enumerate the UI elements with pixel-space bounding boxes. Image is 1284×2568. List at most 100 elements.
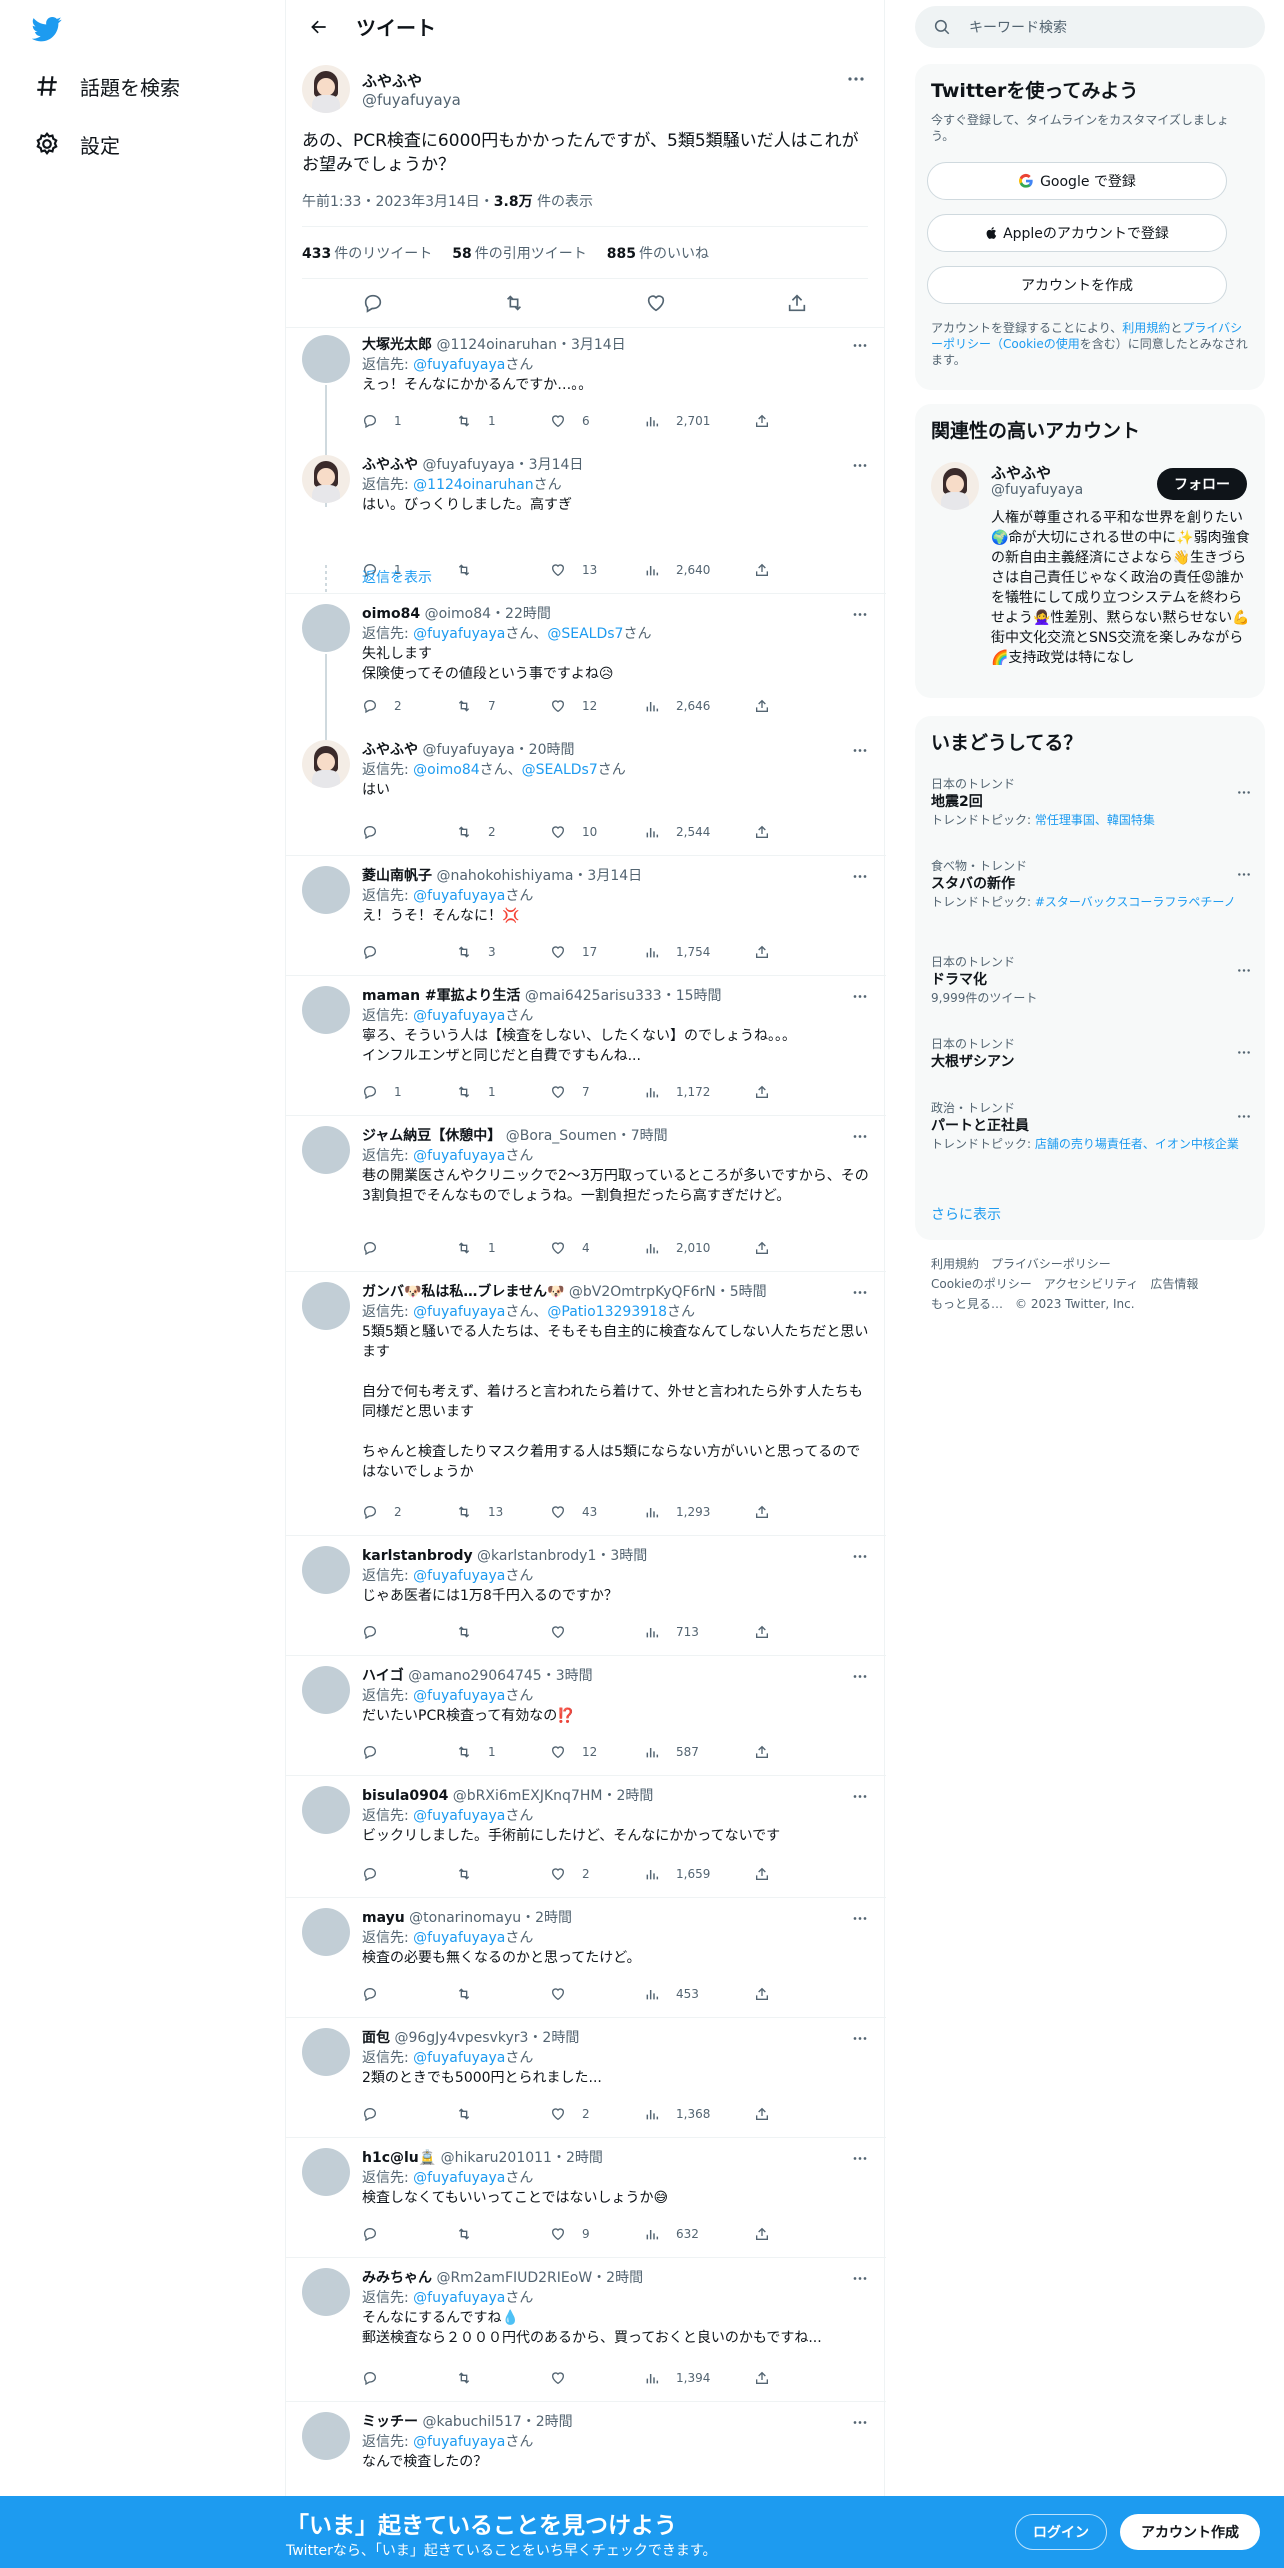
like-button[interactable]: 12	[550, 696, 597, 716]
like-button[interactable]: 4	[550, 1238, 590, 1258]
reply-time[interactable]: 2時間	[606, 2270, 643, 2286]
reply-tweet[interactable]: bisula0904 @bRXi6mEXJKnq7HM・2時間 返信先: @fuy…	[286, 1776, 886, 1898]
share-button[interactable]	[754, 411, 778, 431]
like-stat[interactable]: 885 件のいいね	[607, 243, 709, 263]
reply-to-link[interactable]: @fuyafuyaya	[413, 1008, 505, 1024]
reply-author-handle[interactable]: @hikaru201011	[441, 2150, 552, 2166]
retweet-button[interactable]	[456, 1864, 488, 1884]
reply-button[interactable]	[362, 2104, 394, 2124]
more-options-icon[interactable]	[1237, 862, 1251, 881]
reply-author-handle[interactable]: @1124oinaruhan	[436, 337, 557, 353]
views-button[interactable]: 632	[644, 2224, 699, 2244]
more-options-icon[interactable]	[1237, 1040, 1251, 1059]
author-name[interactable]: ふやふや	[362, 70, 461, 91]
share-button[interactable]	[754, 2368, 778, 2388]
reply-tweet[interactable]: 菱山南帆子 @nahokohishiyama・3月14日 返信先: @fuyafu…	[286, 856, 886, 976]
reply-author-name[interactable]: ガンバ🐶私は私…ブレません🐶	[362, 1284, 564, 1300]
terms-link[interactable]: 利用規約	[1122, 321, 1170, 335]
views-button[interactable]: 1,368	[644, 2104, 710, 2124]
like-button[interactable]: 2	[550, 2104, 590, 2124]
reply-to-link[interactable]: @1124oinaruhan	[413, 477, 534, 493]
views-button[interactable]: 1,659	[644, 1864, 710, 1884]
reply-author-handle[interactable]: @bV2OmtrpKyQF6rN	[569, 1284, 716, 1300]
reply-to-link[interactable]: @Patio13293918	[547, 1304, 667, 1320]
views-button[interactable]: 713	[644, 1622, 699, 1642]
reply-author-handle[interactable]: @bRXi6mEXJKnq7HM	[453, 1788, 603, 1804]
reply-author-name[interactable]: みみちゃん	[362, 2270, 432, 2286]
reply-author-name[interactable]: 大塚光太郎	[362, 337, 432, 353]
reply-author-handle[interactable]: @oimo84	[425, 606, 491, 622]
reply-to-link[interactable]: @fuyafuyaya	[413, 357, 505, 373]
retweet-button[interactable]: 1	[456, 1082, 496, 1102]
related-name[interactable]: ふやふや	[991, 462, 1051, 483]
views-button[interactable]: 587	[644, 1742, 699, 1762]
reply-author-name[interactable]: ミッチー	[362, 2414, 418, 2430]
google-signup-button[interactable]: Google で登録	[927, 162, 1227, 200]
like-button[interactable]: 10	[550, 822, 597, 842]
more-options-icon[interactable]	[1237, 958, 1251, 977]
avatar[interactable]	[302, 1908, 350, 1956]
retweet-button[interactable]: 1	[456, 1742, 496, 1762]
share-button[interactable]	[754, 560, 778, 580]
reply-tweet[interactable]: 面包 @96gJy4vpesvkyr3・2時間 返信先: @fuyafuyayaさ…	[286, 2018, 886, 2138]
avatar[interactable]	[302, 740, 350, 788]
reply-author-name[interactable]: 面包	[362, 2030, 390, 2046]
show-thread-link[interactable]: 返信を表示	[362, 567, 432, 587]
more-options-icon[interactable]	[850, 866, 870, 886]
avatar[interactable]	[302, 65, 350, 113]
author-handle[interactable]: @fuyafuyaya	[362, 91, 461, 109]
reply-author-name[interactable]: bisula0904	[362, 1788, 448, 1804]
more-options-icon[interactable]	[850, 455, 870, 475]
share-button[interactable]	[754, 1502, 778, 1522]
reply-time[interactable]: 2時間	[535, 1910, 572, 1926]
reply-author-handle[interactable]: @fuyafuyaya	[422, 742, 514, 758]
reply-button[interactable]	[362, 822, 394, 842]
trend-item[interactable]: 食べ物・トレンド スタバの新作 トレンドトピック: #スターバックスコーラフラペチー…	[931, 858, 1251, 910]
reply-time[interactable]: 3月14日	[587, 868, 642, 884]
reply-time[interactable]: 3時間	[610, 1548, 647, 1564]
reply-author-handle[interactable]: @amano29064745	[408, 1668, 542, 1684]
reply-time[interactable]: 3時間	[556, 1668, 593, 1684]
retweet-button[interactable]	[456, 2224, 488, 2244]
apple-signup-button[interactable]: Appleのアカウントで登録	[927, 214, 1227, 252]
reply-button[interactable]: 2	[362, 1502, 402, 1522]
reply-tweet[interactable]: mayu @tonarinomayu・2時間 返信先: @fuyafuyayaさん…	[286, 1898, 886, 2018]
more-options-icon[interactable]	[850, 335, 870, 355]
reply-to-link[interactable]: @fuyafuyaya	[413, 1148, 505, 1164]
avatar[interactable]	[302, 1786, 350, 1834]
views-button[interactable]: 1,293	[644, 1502, 710, 1522]
views-button[interactable]: 2,646	[644, 696, 710, 716]
nav-settings[interactable]: 設定	[32, 124, 120, 164]
reply-button[interactable]	[362, 2368, 394, 2388]
views-button[interactable]: 2,701	[644, 411, 710, 431]
share-button[interactable]	[754, 942, 778, 962]
more-options-icon[interactable]	[850, 1786, 870, 1806]
reply-author-name[interactable]: ジャム納豆【休憩中】	[362, 1128, 501, 1144]
more-options-icon[interactable]	[850, 1908, 870, 1928]
retweet-stat[interactable]: 433 件のリツイート	[302, 243, 432, 263]
avatar[interactable]	[302, 1546, 350, 1594]
reply-button[interactable]	[362, 1238, 394, 1258]
like-button[interactable]: 13	[550, 560, 597, 580]
reply-author-name[interactable]: h1c@lu🚊	[362, 2150, 436, 2166]
related-handle[interactable]: @fuyafuyaya	[991, 482, 1083, 498]
reply-tweet[interactable]: karlstanbrody @karlstanbrody1・3時間 返信先: @f…	[286, 1536, 886, 1656]
avatar[interactable]	[302, 604, 350, 652]
related-avatar[interactable]	[931, 462, 979, 510]
like-button[interactable]: 12	[550, 1742, 597, 1762]
more-options-icon[interactable]	[850, 604, 870, 624]
share-button[interactable]	[754, 2104, 778, 2124]
trend-item[interactable]: 政治・トレンド パートと正社員 トレンドトピック: 店舗の売り場責任者、イオン中核企…	[931, 1100, 1251, 1152]
share-button[interactable]	[754, 2224, 778, 2244]
trend-item[interactable]: 日本のトレンド 大根ザシアン	[931, 1036, 1251, 1072]
share-button[interactable]	[754, 1082, 778, 1102]
avatar[interactable]	[302, 1126, 350, 1174]
reply-time[interactable]: 2時間	[616, 1788, 653, 1804]
reply-tweet[interactable]: oimo84 @oimo84・22時間 返信先: @fuyafuyayaさん、@S…	[286, 594, 886, 784]
reply-tweet[interactable]: ふやふや @fuyafuyaya・20時間 返信先: @oimo84さん、@SEA…	[286, 730, 886, 856]
reply-tweet[interactable]: ミッチー @kabuchil517・2時間 返信先: @fuyafuyayaさんな…	[286, 2402, 886, 2502]
show-more-trends-link[interactable]: さらに表示	[931, 1204, 1001, 1224]
footer-line[interactable]: もっと見る… © 2023 Twitter, Inc.	[931, 1294, 1251, 1314]
reply-author-name[interactable]: mayu	[362, 1910, 405, 1926]
reply-author-handle[interactable]: @nahokohishiyama	[436, 868, 573, 884]
